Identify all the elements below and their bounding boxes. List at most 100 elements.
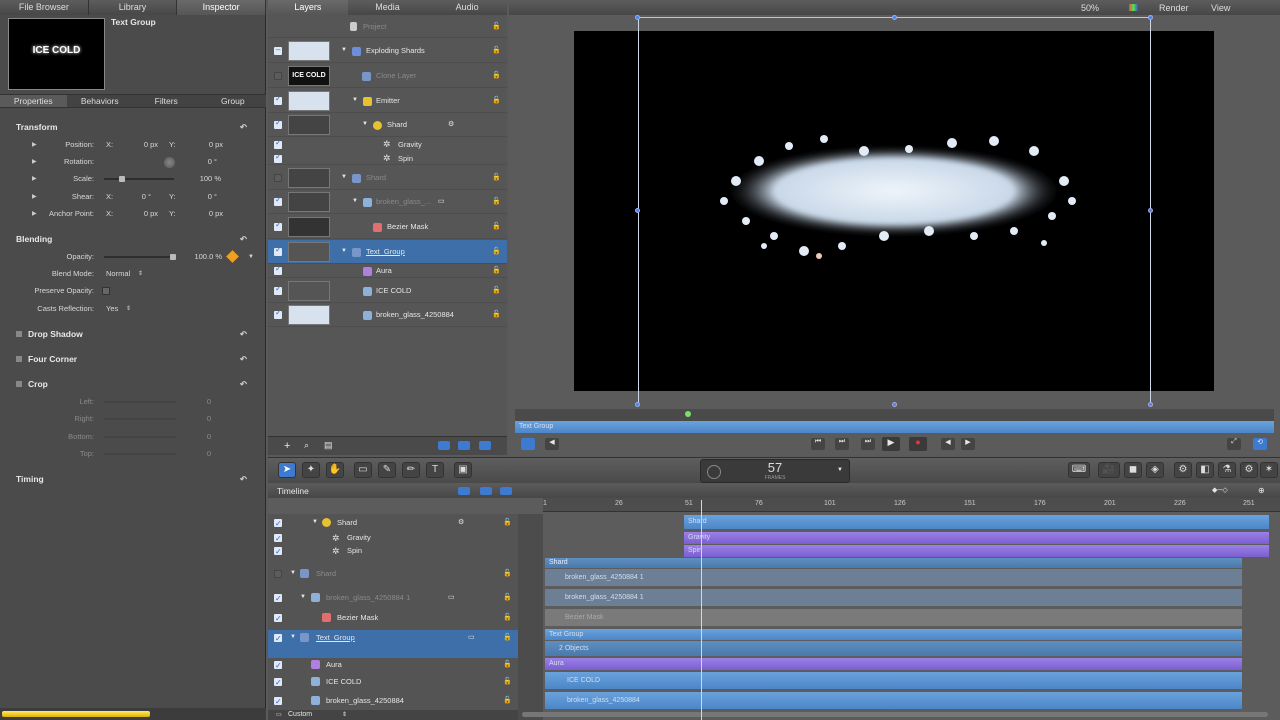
tab-library[interactable]: Library bbox=[89, 0, 178, 15]
layer-row[interactable]: ▼ Emitter 🔓 bbox=[268, 89, 507, 113]
behavior-bar[interactable]: Spin bbox=[684, 545, 1269, 557]
disclosure-open-icon[interactable]: ▼ bbox=[341, 248, 347, 254]
keyframe-icon[interactable] bbox=[226, 250, 239, 263]
lock-icon[interactable]: 🔓 bbox=[503, 693, 512, 708]
layer-checkbox[interactable] bbox=[274, 245, 282, 256]
mask-tool-icon[interactable]: ▣ bbox=[454, 462, 472, 478]
track-checkbox[interactable] bbox=[274, 694, 282, 709]
track-row[interactable]: ▼ Shard ⚙ 🔓 bbox=[268, 515, 518, 531]
reset-icon[interactable]: ↶ bbox=[240, 120, 247, 134]
lock-icon[interactable]: 🔓 bbox=[503, 657, 512, 672]
canvas[interactable] bbox=[574, 31, 1214, 391]
zoom-popup[interactable]: 50% bbox=[1081, 3, 1099, 13]
layer-row[interactable]: ICE COLD 🔓 bbox=[268, 279, 507, 303]
add-icon[interactable]: + bbox=[284, 440, 290, 452]
share-icon[interactable]: ⚙ bbox=[1240, 462, 1258, 478]
transform-handle[interactable] bbox=[635, 208, 640, 213]
track-checkbox[interactable] bbox=[274, 611, 282, 626]
track-row[interactable]: ICE COLD 🔓 bbox=[268, 674, 518, 690]
track-bar[interactable]: Shard bbox=[684, 515, 1269, 529]
behaviors-icon[interactable]: ⚙ bbox=[1174, 462, 1192, 478]
group-bar-selected[interactable]: Text Group bbox=[545, 629, 1242, 640]
disclosure-open-icon[interactable]: ▼ bbox=[300, 590, 306, 605]
generators-icon[interactable]: ⚗ bbox=[1218, 462, 1236, 478]
color-channels-icon[interactable] bbox=[1129, 4, 1138, 11]
layer-checkbox[interactable] bbox=[274, 94, 282, 105]
chevron-down-icon[interactable]: ▼ bbox=[837, 467, 843, 473]
casts-reflection-popup[interactable]: Yes bbox=[106, 302, 118, 316]
render-menu[interactable]: Render bbox=[1159, 3, 1189, 13]
track-row[interactable]: ✲ Gravity bbox=[268, 531, 518, 546]
lock-icon[interactable]: 🔓 bbox=[503, 610, 512, 625]
layer-row[interactable]: ✲ Gravity bbox=[268, 138, 507, 151]
track-bar[interactable]: broken_glass_4250884 bbox=[545, 692, 1242, 709]
paint-tool-icon[interactable]: ✏ bbox=[402, 462, 420, 478]
hud-icon[interactable]: ⌨ bbox=[1068, 462, 1090, 478]
export-icon[interactable]: ✶ bbox=[1260, 462, 1278, 478]
lock-icon[interactable]: 🔓 bbox=[492, 71, 501, 79]
track-checkbox[interactable] bbox=[274, 544, 282, 559]
layer-checkbox[interactable] bbox=[274, 118, 282, 129]
view-option-icon[interactable] bbox=[479, 441, 491, 450]
disclosure-open-icon[interactable]: ▼ bbox=[290, 630, 296, 645]
lock-icon[interactable]: 🔓 bbox=[503, 515, 512, 530]
tab-audio[interactable]: Audio bbox=[427, 0, 507, 15]
lock-icon[interactable]: 🔓 bbox=[503, 630, 512, 645]
go-to-end-icon[interactable]: ⏭ bbox=[861, 438, 875, 450]
lock-icon[interactable]: 🔓 bbox=[492, 286, 501, 294]
lock-icon[interactable]: 🔓 bbox=[492, 310, 501, 318]
disclosure-open-icon[interactable]: ▼ bbox=[352, 97, 358, 103]
new-rig-icon[interactable]: ◈ bbox=[1146, 462, 1164, 478]
timing-header[interactable]: Timing ↶ bbox=[16, 472, 261, 486]
gear-icon[interactable]: ⚙ bbox=[458, 515, 464, 530]
step-back-icon[interactable]: ⏭ bbox=[835, 438, 849, 450]
mini-timeline[interactable] bbox=[515, 409, 1274, 421]
lock-icon[interactable]: 🔓 bbox=[492, 22, 501, 30]
layer-row[interactable]: broken_glass_4250884 🔓 bbox=[268, 303, 507, 327]
layer-checkbox[interactable] bbox=[274, 174, 282, 182]
four-corner-header[interactable]: Four Corner ↶ bbox=[16, 352, 261, 366]
play-button[interactable]: ▶ bbox=[882, 437, 900, 451]
lock-icon[interactable]: 🔓 bbox=[492, 222, 501, 230]
layer-row[interactable]: ✲ Spin bbox=[268, 152, 507, 165]
layer-checkbox[interactable] bbox=[274, 72, 282, 80]
fullscreen-icon[interactable]: ⤢ bbox=[1227, 438, 1241, 450]
search-icon[interactable]: ⌕ bbox=[304, 440, 309, 451]
layer-row[interactable]: ▼ Shard 🔓 bbox=[268, 166, 507, 190]
collapsed-group-bar[interactable]: 2 Objects bbox=[545, 641, 1242, 656]
position-y-value[interactable]: 0 px bbox=[192, 138, 223, 152]
transform-handle[interactable] bbox=[1148, 15, 1153, 20]
layer-checkbox[interactable] bbox=[274, 264, 282, 275]
track-row[interactable]: broken_glass_4250884 🔓 bbox=[268, 693, 518, 709]
track-bar[interactable]: ICE COLD bbox=[545, 672, 1242, 689]
track-checkbox[interactable] bbox=[274, 631, 282, 646]
layer-checkbox[interactable] bbox=[274, 138, 282, 149]
light-icon[interactable]: ◼ bbox=[1124, 462, 1142, 478]
disclosure-open-icon[interactable]: ▼ bbox=[290, 566, 296, 581]
show-keyframes-icon[interactable] bbox=[500, 487, 512, 495]
transform-handle[interactable] bbox=[1148, 208, 1153, 213]
track-checkbox[interactable] bbox=[274, 570, 282, 578]
layer-row[interactable]: ICE COLD Clone Layer 🔓 bbox=[268, 64, 507, 88]
popup-arrows-icon[interactable]: ⇕ bbox=[342, 710, 347, 720]
reset-icon[interactable]: ↶ bbox=[240, 377, 247, 391]
anchor-x-value[interactable]: 0 px bbox=[128, 207, 158, 221]
layer-row[interactable]: ▼ broken_glass_... ▭ 🔓 bbox=[268, 190, 507, 214]
layer-checkbox[interactable] bbox=[274, 152, 282, 163]
track-checkbox[interactable] bbox=[274, 531, 282, 546]
track-checkbox[interactable] bbox=[274, 675, 282, 690]
mask-toggle-icon[interactable]: ▤ bbox=[324, 440, 333, 451]
disclosure-open-icon[interactable]: ▼ bbox=[341, 174, 347, 180]
lock-icon[interactable]: 🔓 bbox=[503, 674, 512, 689]
anchor-y-value[interactable]: 0 px bbox=[192, 207, 223, 221]
opacity-slider-knob[interactable] bbox=[170, 254, 176, 260]
track-row-selected[interactable]: ▼ Text_Group ▭ 🔓 bbox=[268, 630, 518, 658]
reset-icon[interactable]: ↶ bbox=[240, 232, 247, 246]
safe-zone-icon[interactable] bbox=[521, 438, 535, 450]
popup-arrows-icon[interactable]: ⇕ bbox=[138, 267, 143, 281]
pan-tool-icon[interactable]: ✋ bbox=[326, 462, 344, 478]
mask-bar[interactable]: Bezier Mask bbox=[545, 609, 1242, 626]
track-row[interactable]: ▼ broken_glass_4250884 1 ▭ 🔓 bbox=[268, 590, 518, 606]
layer-checkbox[interactable] bbox=[274, 45, 282, 55]
transform-handle[interactable] bbox=[892, 15, 897, 20]
